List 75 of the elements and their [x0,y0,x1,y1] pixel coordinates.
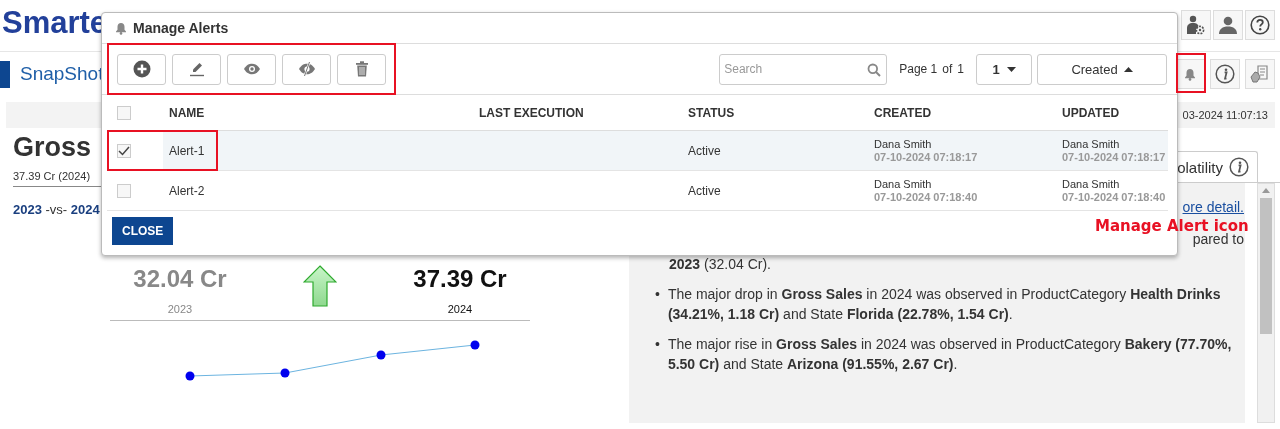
view-button[interactable] [227,53,276,85]
status-text: Active [688,143,721,158]
close-button[interactable]: CLOSE [112,217,174,245]
edit-button[interactable] [172,53,221,85]
search-field[interactable]: Search [719,53,888,85]
created-by: Dana Smith [874,177,932,191]
bell-icon [115,21,127,35]
insight-text: pared to [1191,231,1244,249]
current-year: 2024 [447,303,473,315]
help-icon [1250,15,1270,35]
bell-icon [1184,67,1196,81]
checkbox[interactable] [117,183,131,198]
updated-date: 07-10-2024 07:18:17 [1062,150,1166,164]
trash-icon [354,61,369,77]
delete-button[interactable] [337,53,386,85]
user-settings-button[interactable] [1181,10,1211,40]
search-icon [867,62,882,77]
more-detail-link[interactable]: ore detail. [1182,199,1244,215]
created-date: 07-10-2024 07:18:17 [874,150,978,164]
created-by: Dana Smith [874,137,932,151]
updated-by: Dana Smith [1062,137,1120,151]
column-header[interactable]: STATUS [688,105,735,120]
page-dropdown[interactable]: 1 [976,53,1032,85]
up-arrow-icon [303,265,337,307]
insight-text: 2023 (32.04 Cr). [669,255,771,274]
bullet-marker: • [655,285,660,304]
alert-name: Alert-1 [169,143,205,158]
caret-down-icon [1006,66,1016,72]
timestamp: 03-2024 11:07:13 [1182,109,1268,121]
created-date: 07-10-2024 07:18:40 [874,190,978,204]
eye-slash-icon [297,61,316,77]
caret-up-icon [1123,66,1133,72]
info-icon [1215,64,1235,84]
comparison-label: 2023 -vs- 2024 [13,202,101,217]
data-point [280,368,290,378]
info-button[interactable] [1210,59,1240,89]
status-text: Active [688,183,721,198]
data-point [470,340,480,350]
info-icon [1229,157,1249,177]
eye-icon [242,63,261,75]
dialog-title: Manage Alerts [133,20,229,36]
current-value: 37.39 Cr [413,265,507,293]
updated-by: Dana Smith [1062,177,1120,191]
check-icon [118,145,130,156]
insight-bullet: The major rise in Gross Sales in 2024 was observed in ProductCategory Bakery (77.70%, 5.50 Cr) and State Arizona (91.55%, 2.67 Cr). [667,335,1233,374]
metric-title: Gross [13,132,92,162]
help-button[interactable] [1245,10,1275,40]
previous-value: 32.04 Cr [133,265,227,293]
insight-bullet: The major drop in Gross Sales in 2024 was observed in ProductCategory Health Drinks (34.21%, 1.18 Cr) and State Florida (22.78%, 1.54 Cr). [667,285,1222,324]
column-header[interactable]: CREATED [874,105,932,120]
add-button[interactable] [117,53,166,85]
user-settings-icon [1187,15,1205,35]
user-button[interactable] [1213,10,1243,40]
sort-dropdown[interactable]: Created [1037,53,1167,85]
checkbox[interactable] [117,105,131,120]
column-header[interactable]: NAME [169,105,205,120]
pencil-icon [188,61,205,77]
accent-bar [0,60,10,88]
hide-button[interactable] [282,53,331,85]
user-icon [1219,16,1237,34]
hand-document-icon [1250,64,1270,84]
updated-date: 07-10-2024 07:18:40 [1062,190,1166,204]
page-indicator: Page 1 of 1 [899,62,964,76]
data-point [376,350,386,360]
document-button[interactable] [1245,59,1275,89]
previous-year: 2023 [167,303,193,315]
bullet-marker: • [655,335,660,354]
data-point [185,371,195,381]
page-title: SnapShot [20,63,104,85]
column-header[interactable]: LAST EXECUTION [479,105,584,120]
column-header[interactable]: UPDATED [1062,105,1120,120]
plus-circle-icon [132,60,151,78]
scrollbar[interactable] [1257,183,1275,423]
checkbox[interactable] [117,143,131,158]
scroll-up-icon [1262,188,1270,193]
